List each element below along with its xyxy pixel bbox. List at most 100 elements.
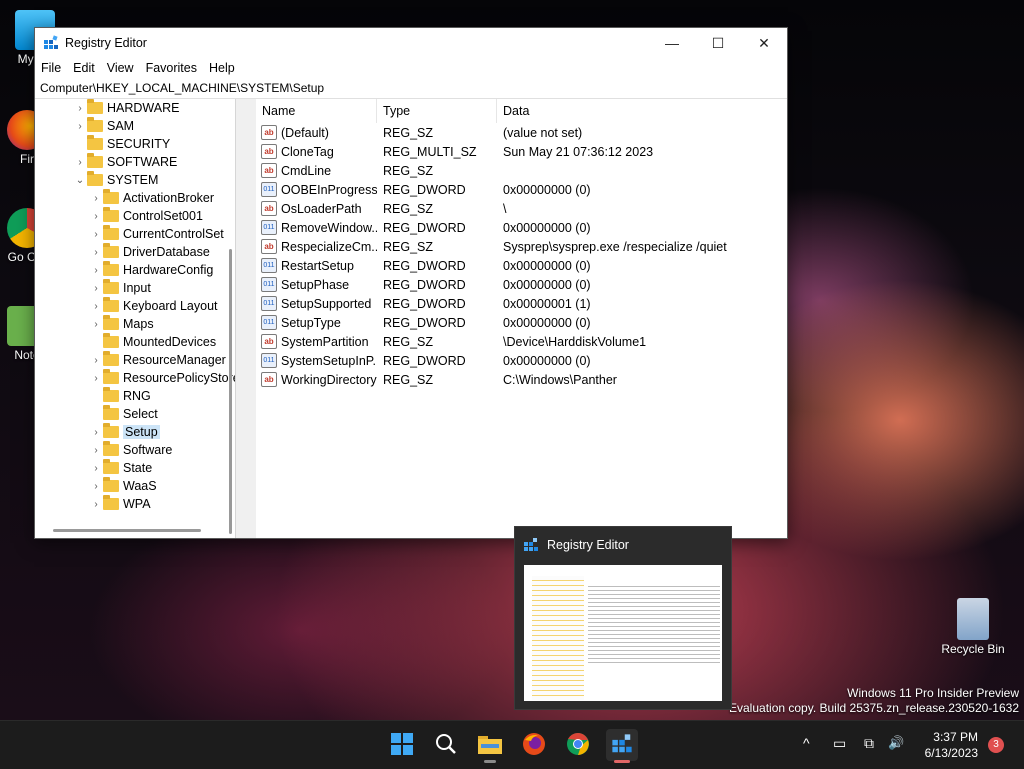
tree-node[interactable]: › ResourceManager [35, 351, 235, 369]
chevron-right-icon[interactable]: › [89, 319, 103, 330]
value-row[interactable]: 011 OOBEInProgress REG_DWORD 0x00000000 (0) [256, 180, 787, 199]
address-path[interactable]: Computer\HKEY_LOCAL_MACHINE\SYSTEM\Setup [40, 81, 324, 95]
value-row[interactable]: 011 SetupSupported REG_DWORD 0x00000001 (1) [256, 294, 787, 313]
tree-node-label: SECURITY [107, 137, 171, 151]
desktop-icon-recycle-bin[interactable]: Recycle Bin [938, 598, 1008, 656]
chevron-right-icon[interactable]: › [89, 211, 103, 222]
folder-icon [103, 315, 119, 330]
tree-node[interactable]: › HARDWARE [35, 99, 235, 117]
chevron-up-icon[interactable]: ^ [803, 735, 810, 751]
tree-node[interactable]: › DriverDatabase [35, 243, 235, 261]
pane-splitter[interactable] [236, 99, 256, 538]
chevron-right-icon[interactable]: › [73, 103, 87, 114]
close-button[interactable]: ✕ [741, 28, 787, 58]
chevron-right-icon[interactable]: › [89, 283, 103, 294]
registry-editor-window[interactable]: Registry Editor — ☐ ✕ File Edit View Fav… [34, 27, 788, 539]
value-row[interactable]: 011 SetupPhase REG_DWORD 0x00000000 (0) [256, 275, 787, 294]
search-button[interactable] [430, 729, 462, 761]
tree-node[interactable]: › WPA [35, 495, 235, 513]
menu-edit[interactable]: Edit [67, 61, 101, 75]
chevron-right-icon[interactable]: › [89, 193, 103, 204]
tree-node[interactable]: SECURITY [35, 135, 235, 153]
chevron-down-icon[interactable]: ⌄ [73, 175, 87, 186]
tree-node[interactable]: › Setup [35, 423, 235, 441]
value-row[interactable]: ab WorkingDirectory REG_SZ C:\Windows\Panth… [256, 370, 787, 389]
tree-node[interactable]: › ResourcePolicyStore [35, 369, 235, 387]
chevron-right-icon[interactable]: › [89, 445, 103, 456]
tree-node[interactable]: › SOFTWARE [35, 153, 235, 171]
menu-file[interactable]: File [35, 61, 67, 75]
clock[interactable]: 3:37 PM 6/13/2023 [925, 729, 978, 761]
value-row[interactable]: 011 SystemSetupInP... REG_DWORD 0x00000000 … [256, 351, 787, 370]
menu-help[interactable]: Help [203, 61, 241, 75]
value-row[interactable]: 011 RestartSetup REG_DWORD 0x00000000 (0) [256, 256, 787, 275]
chevron-right-icon[interactable]: › [89, 247, 103, 258]
chevron-right-icon[interactable]: › [73, 121, 87, 132]
tree-node[interactable]: › WaaS [35, 477, 235, 495]
tree-node[interactable]: › SAM [35, 117, 235, 135]
column-header-data[interactable]: Data [497, 99, 777, 123]
tree-node[interactable]: › Input [35, 279, 235, 297]
chevron-right-icon[interactable]: › [89, 463, 103, 474]
chrome-button[interactable] [562, 729, 594, 761]
values-list-pane[interactable]: Name Type Data ab (Default) REG_SZ (value n… [256, 99, 787, 538]
tree-node[interactable]: RNG [35, 387, 235, 405]
chevron-right-icon[interactable]: › [89, 355, 103, 366]
start-button[interactable] [386, 729, 418, 761]
chevron-right-icon[interactable]: › [89, 229, 103, 240]
key-tree-pane[interactable]: › HARDWARE › SAM SECURITY › SOFTWARE ⌄ SYSTEM › Ac… [35, 99, 236, 538]
thumbnail-window-preview[interactable] [524, 565, 722, 701]
tree-node[interactable]: › State [35, 459, 235, 477]
tree-node[interactable]: MountedDevices [35, 333, 235, 351]
value-type: REG_DWORD [383, 258, 466, 273]
value-row[interactable]: ab CmdLine REG_SZ [256, 161, 787, 180]
column-header-type[interactable]: Type [377, 99, 497, 123]
registry-editor-taskbar-button[interactable] [606, 729, 638, 763]
value-row[interactable]: ab (Default) REG_SZ (value not set) [256, 123, 787, 142]
chevron-right-icon[interactable]: › [89, 301, 103, 312]
chevron-right-icon[interactable]: › [89, 427, 103, 438]
address-bar[interactable]: Computer\HKEY_LOCAL_MACHINE\SYSTEM\Setup [35, 78, 787, 99]
value-row[interactable]: ab SystemPartition REG_SZ \Device\HarddiskV… [256, 332, 787, 351]
tree-node[interactable]: ⌄ SYSTEM [35, 171, 235, 189]
tree-node[interactable]: › CurrentControlSet [35, 225, 235, 243]
chevron-right-icon[interactable]: › [89, 373, 103, 384]
firefox-button[interactable] [518, 729, 550, 761]
tree-node[interactable]: › Keyboard Layout [35, 297, 235, 315]
chevron-right-icon[interactable]: › [89, 265, 103, 276]
value-row[interactable]: ab OsLoaderPath REG_SZ \ [256, 199, 787, 218]
chevron-right-icon[interactable]: › [73, 157, 87, 168]
menu-view[interactable]: View [101, 61, 140, 75]
menu-favorites[interactable]: Favorites [140, 61, 203, 75]
tree-vertical-scrollbar[interactable] [227, 99, 235, 534]
tree-horizontal-scrollbar[interactable] [35, 522, 227, 538]
minimize-button[interactable]: — [649, 28, 695, 58]
taskbar-thumbnail-preview[interactable]: Registry Editor [514, 526, 732, 710]
value-row[interactable]: 011 RemoveWindow... REG_DWORD 0x00000000 (0… [256, 218, 787, 237]
volume-icon[interactable]: 🔊 [888, 735, 904, 751]
tree-node[interactable]: › Software [35, 441, 235, 459]
display-icon[interactable]: ⧉ [864, 735, 874, 752]
chevron-right-icon[interactable]: › [89, 499, 103, 510]
value-row[interactable]: ab RespecializeCm... REG_SZ Sysprep\sysprep… [256, 237, 787, 256]
maximize-button[interactable]: ☐ [695, 28, 741, 58]
chevron-right-icon[interactable]: › [89, 481, 103, 492]
title-bar[interactable]: Registry Editor — ☐ ✕ [35, 28, 787, 58]
column-header-name[interactable]: Name [256, 99, 377, 123]
tree-node-label: WPA [123, 497, 151, 511]
value-row[interactable]: ab CloneTag REG_MULTI_SZ Sun May 21 07:36:1… [256, 142, 787, 161]
tree-node[interactable]: › Maps [35, 315, 235, 333]
value-row[interactable]: 011 SetupType REG_DWORD 0x00000000 (0) [256, 313, 787, 332]
file-explorer-button[interactable] [474, 729, 506, 763]
value-name: RestartSetup [281, 258, 354, 273]
scrollbar-thumb[interactable] [229, 249, 232, 534]
network-icon[interactable]: ▭ [833, 735, 846, 752]
folder-icon [87, 99, 103, 114]
scrollbar-thumb[interactable] [53, 529, 201, 532]
notification-badge[interactable]: 3 [988, 737, 1004, 753]
tree-node[interactable]: › HardwareConfig [35, 261, 235, 279]
tree-node[interactable]: Select [35, 405, 235, 423]
tree-node[interactable]: › ActivationBroker [35, 189, 235, 207]
value-data: 0x00000000 (0) [503, 315, 591, 330]
tree-node[interactable]: › ControlSet001 [35, 207, 235, 225]
